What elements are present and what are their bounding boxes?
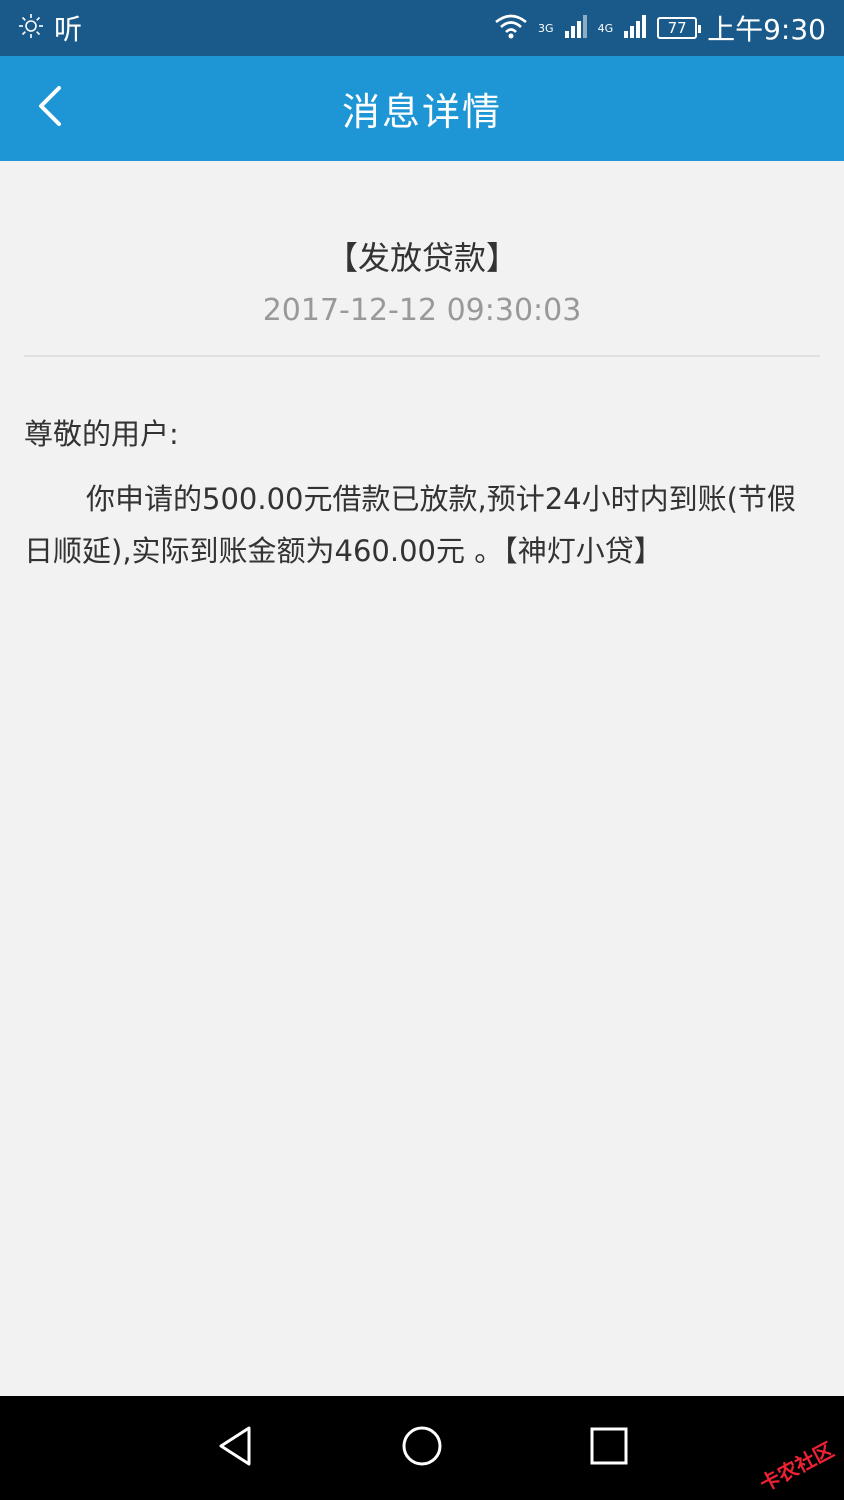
divider <box>24 355 820 357</box>
wifi-icon <box>494 13 528 43</box>
battery-icon: 77 <box>657 17 702 39</box>
message-timestamp: 2017-12-12 09:30:03 <box>262 293 582 328</box>
navigation-bar: 卡农社区 <box>0 1396 844 1500</box>
message-body: 你申请的500.00元借款已放款,预计24小时内到账(节假日顺延),实际到账金额… <box>24 482 796 568</box>
status-bar: 听 3G 4G 77 上午9:30 <box>0 0 844 56</box>
triangle-back-icon <box>215 1424 255 1472</box>
status-bar-right: 3G 4G 77 上午9:30 <box>494 8 826 48</box>
page-title: 消息详情 <box>341 90 502 134</box>
brightness-icon <box>18 13 44 43</box>
nav-back-button[interactable] <box>205 1418 265 1478</box>
nav-home-button[interactable] <box>392 1418 452 1478</box>
signal-4g-label: 4G <box>597 22 614 35</box>
square-recents-icon <box>589 1426 629 1470</box>
status-time: 上午9:30 <box>707 13 826 46</box>
message-detail: 【发放贷款】 2017-12-12 09:30:03 尊敬的用户: 你申请的50… <box>0 161 844 1396</box>
nav-recents-button[interactable] <box>579 1418 639 1478</box>
message-greeting: 尊敬的用户: <box>24 417 179 451</box>
watermark-logo: 卡农社区 <box>755 1437 838 1497</box>
message-title: 【发放贷款】 <box>325 239 518 277</box>
signal-3g-icon <box>564 13 588 43</box>
signal-4g-icon <box>623 13 647 43</box>
circle-home-icon <box>400 1424 444 1472</box>
status-app-label: 听 <box>54 13 83 46</box>
status-bar-left: 听 <box>18 8 82 48</box>
battery-level: 77 <box>667 19 687 37</box>
signal-3g-label: 3G <box>538 22 554 35</box>
app-header: 消息详情 <box>0 56 844 161</box>
